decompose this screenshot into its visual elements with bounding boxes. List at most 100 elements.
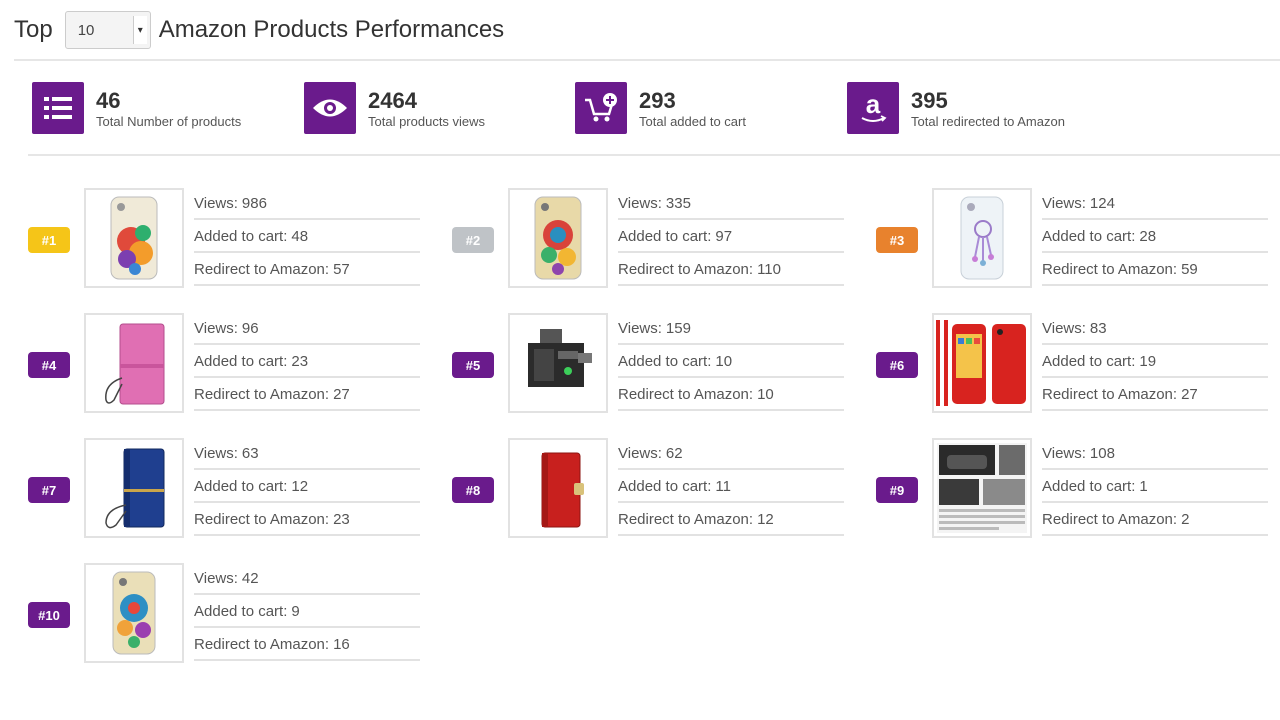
cart-row: Added to cart: 12 [194,471,420,503]
redirect-value: 16 [333,635,350,653]
views-value: 335 [665,194,691,212]
redirect-value: 27 [1181,385,1198,403]
views-value: 159 [665,319,691,337]
product-thumbnail[interactable] [932,188,1032,288]
views-row: Views: 42 [194,563,420,595]
cart-value: 10 [715,352,733,370]
redirect-row: Redirect to Amazon: 10 [618,379,844,411]
views-label: Views: [618,444,662,462]
product-thumbnail[interactable] [84,188,184,288]
redirect-row: Redirect to Amazon: 12 [618,504,844,536]
redirect-value: 10 [757,385,774,403]
product-thumbnail[interactable] [932,313,1032,413]
cart-label: Added to cart: [618,352,712,370]
views-value: 83 [1089,319,1107,337]
product-card[interactable]: #3 Views: 124 Added to cart: 28 Redirect t… [876,188,1280,288]
rank-badge: #9 [876,477,918,503]
rank-badge: #10 [28,602,70,628]
redirect-row: Redirect to Amazon: 16 [194,629,420,661]
cart-label: Added to cart: [194,602,288,620]
views-row: Views: 83 [1042,313,1268,345]
product-metrics: Views: 986 Added to cart: 48 Redirect to A… [194,188,420,287]
product-card[interactable]: #10 Views: 42 Added to cart: 9 Redirect to… [28,563,448,663]
product-metrics: Views: 96 Added to cart: 23 Redirect to Am… [194,313,420,412]
redirect-label: Redirect to Amazon: [1042,260,1178,278]
views-value: 42 [241,569,259,587]
views-label: Views: [618,194,662,212]
rank-badge: #5 [452,352,494,378]
cart-value: 12 [291,477,309,495]
product-card[interactable]: #7 Views: 63 Added to cart: 12 Redirect to… [28,438,448,538]
product-thumbnail[interactable] [84,313,184,413]
views-row: Views: 124 [1042,188,1268,220]
redirect-row: Redirect to Amazon: 59 [1042,254,1268,286]
product-card[interactable]: #5 Views: 159 Added to cart: 10 Redirect t… [452,313,872,413]
cart-row: Added to cart: 11 [618,471,844,503]
product-metrics: Views: 124 Added to cart: 28 Redirect to A… [1042,188,1268,287]
views-label: Views: [194,444,238,462]
redirect-row: Redirect to Amazon: 110 [618,254,844,286]
redirect-value: 59 [1181,260,1198,278]
cart-label: Added to cart: [618,227,712,245]
redirect-label: Redirect to Amazon: [618,510,754,528]
product-thumbnail[interactable] [84,438,184,538]
redirect-row: Redirect to Amazon: 57 [194,254,420,286]
cart-value: 9 [291,602,300,620]
product-metrics: Views: 108 Added to cart: 1 Redirect to Am… [1042,438,1268,537]
cart-label: Added to cart: [1042,352,1136,370]
cart-value: 23 [291,352,309,370]
product-metrics: Views: 63 Added to cart: 12 Redirect to Am… [194,438,420,537]
product-metrics: Views: 62 Added to cart: 11 Redirect to Am… [618,438,844,537]
product-card[interactable]: #9 Views: 108 Added to cart: 1 Redirect to… [876,438,1280,538]
views-row: Views: 62 [618,438,844,470]
redirect-value: 23 [333,510,350,528]
redirect-label: Redirect to Amazon: [1042,385,1178,403]
cart-row: Added to cart: 97 [618,221,844,253]
product-card[interactable]: #4 Views: 96 Added to cart: 23 Redirect to… [28,313,448,413]
views-value: 108 [1089,444,1115,462]
redirect-value: 57 [333,260,350,278]
redirect-label: Redirect to Amazon: [194,385,330,403]
cart-label: Added to cart: [1042,477,1136,495]
cart-row: Added to cart: 48 [194,221,420,253]
views-label: Views: [194,194,238,212]
redirect-value: 12 [757,510,774,528]
cart-value: 97 [715,227,733,245]
product-metrics: Views: 83 Added to cart: 19 Redirect to Am… [1042,313,1268,412]
views-label: Views: [618,319,662,337]
product-metrics: Views: 159 Added to cart: 10 Redirect to A… [618,313,844,412]
views-value: 62 [665,444,683,462]
cart-label: Added to cart: [194,352,288,370]
cart-row: Added to cart: 19 [1042,346,1268,378]
cart-row: Added to cart: 9 [194,596,420,628]
rank-badge: #3 [876,227,918,253]
cart-row: Added to cart: 10 [618,346,844,378]
products-grid: #1 Views: 986 Added to cart: 48 Redirect t… [0,0,1280,720]
product-thumbnail[interactable] [508,188,608,288]
product-card[interactable]: #2 Views: 335 Added to cart: 97 Redirect t… [452,188,872,288]
views-row: Views: 335 [618,188,844,220]
views-value: 63 [241,444,259,462]
product-card[interactable]: #6 Views: 83 Added to cart: 19 Redirect to… [876,313,1280,413]
views-value: 124 [1089,194,1115,212]
redirect-label: Redirect to Amazon: [194,260,330,278]
product-thumbnail[interactable] [84,563,184,663]
product-card[interactable]: #8 Views: 62 Added to cart: 11 Redirect to… [452,438,872,538]
views-label: Views: [1042,319,1086,337]
views-row: Views: 63 [194,438,420,470]
product-thumbnail[interactable] [508,313,608,413]
redirect-label: Redirect to Amazon: [618,385,754,403]
product-card[interactable]: #1 Views: 986 Added to cart: 48 Redirect t… [28,188,448,288]
cart-label: Added to cart: [1042,227,1136,245]
redirect-value: 110 [757,260,781,278]
views-label: Views: [1042,444,1086,462]
rank-badge: #8 [452,477,494,503]
product-thumbnail[interactable] [932,438,1032,538]
cart-value: 28 [1139,227,1157,245]
redirect-label: Redirect to Amazon: [194,510,330,528]
redirect-row: Redirect to Amazon: 27 [1042,379,1268,411]
product-thumbnail[interactable] [508,438,608,538]
views-label: Views: [194,319,238,337]
cart-value: 11 [715,477,731,495]
redirect-label: Redirect to Amazon: [1042,510,1178,528]
